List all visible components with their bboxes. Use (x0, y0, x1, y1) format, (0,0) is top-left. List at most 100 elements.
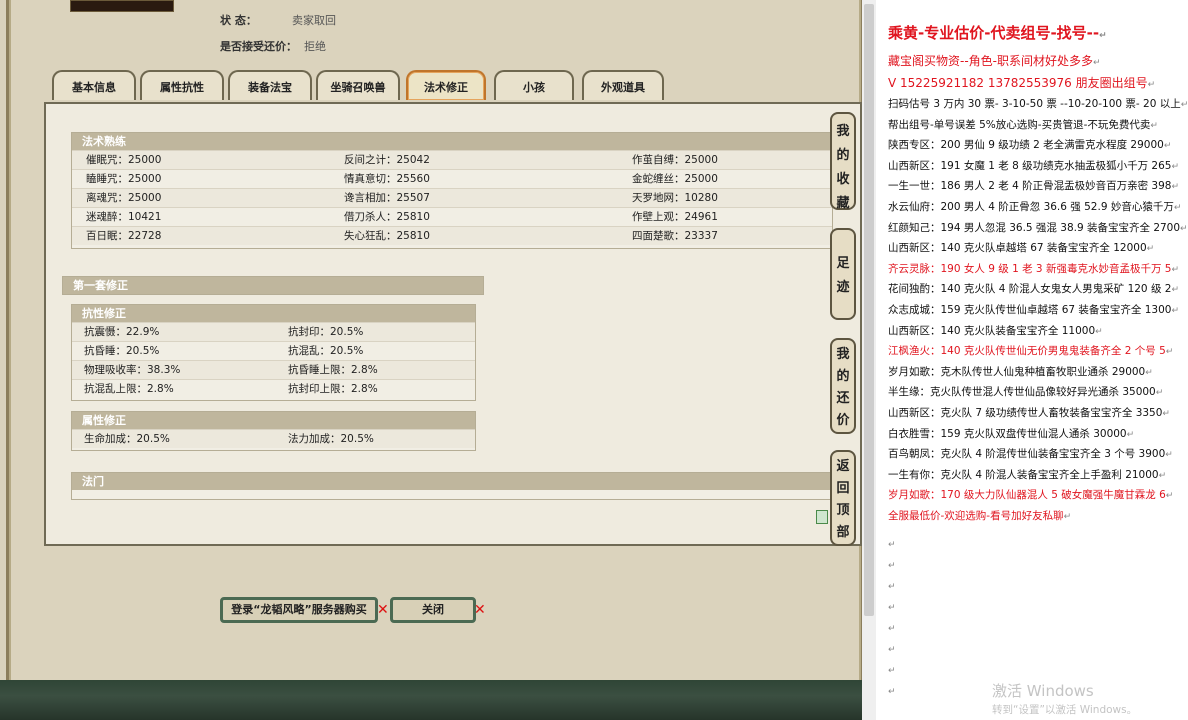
note-text: 一生一世：186 男人 2 老 4 阶正骨混盂极妙音百万亲密 398 (888, 180, 1172, 193)
note-text: 半生缘：克火队传世混人传世仙品像较好异光通杀 35000 (888, 386, 1156, 399)
tab-content-panel: 法术熟练 催眠咒：25000 反间之计：25042 作茧自缚：25000 瞌睡咒：25… (44, 102, 862, 546)
note-line: 山西新区：克火队 7 级功绩传世人畜牧装备宝宝齐全 3350↵ (888, 405, 1170, 420)
paragraph-mark-icon: ↵ (1145, 367, 1153, 378)
login-buy-button[interactable]: 登录“龙韬风略”服务器购买 (220, 597, 378, 623)
attr-title: 属性修正 (72, 412, 475, 429)
resist-cell: 抗封印：20.5% (288, 326, 364, 338)
character-portrait (70, 0, 174, 12)
note-line: 帮出组号-单号误差 5%放心选购-买贵管退-不玩免费代卖↵ (888, 117, 1158, 132)
note-text: 水云仙府：200 男人 4 阶正骨忽 36.6 强 52.9 妙音心猿千万 (888, 201, 1174, 213)
paragraph-mark-icon: ↵ (888, 540, 896, 550)
note-text: 一生有你：克火队 4 阶混人装备宝宝齐全上手盈利 21000 (888, 468, 1159, 481)
note-text: 帮出组号-单号误差 5%放心选购-买贵管退-不玩免费代卖 (888, 118, 1151, 131)
note-text: 红颜知己：194 男人忽混 36.5 强混 38.9 装备宝宝齐全 2700 (888, 221, 1181, 234)
note-line: 藏宝阁买物资--角色-职系间材好处多多↵ (888, 52, 1101, 69)
back-to-top-button[interactable]: 返回顶部 (830, 450, 856, 546)
skill-cell: 天罗地网：10280 (632, 192, 718, 204)
note-line: 全服最低价-欢迎选购-看号加好友私聊↵ (888, 508, 1071, 523)
tab-equipment[interactable]: 装备法宝 (228, 70, 312, 100)
resist-row: 物理吸收率：38.3% 抗昏睡上限：2.8% (72, 360, 475, 379)
note-line: 江枫渔火：140 克火队传世仙无价男鬼鬼装备齐全 2 个号 5↵ (888, 343, 1173, 358)
paragraph-mark-icon: ↵ (1173, 203, 1182, 213)
paragraph-mark-icon: ↵ (1180, 223, 1188, 234)
paragraph-mark-icon: ↵ (1158, 470, 1167, 481)
skill-cell: 失心狂乱：25810 (344, 230, 430, 242)
note-text: 全服最低价-欢迎选购-看号加好友私聊 (888, 510, 1064, 522)
skill-cell: 谗言相加：25507 (344, 192, 430, 204)
note-line: 百鸟朝凤：克火队 4 阶混传世仙装备宝宝齐全 3 个号 3900↵ (888, 446, 1173, 461)
skill-cell: 催眠咒：25000 (86, 154, 162, 166)
paragraph-mark-icon: ↵ (1126, 429, 1135, 440)
note-text: 白衣胜雪：159 克火队双盘传世仙混人通杀 30000 (888, 427, 1127, 440)
paragraph-mark-icon: ↵ (1165, 450, 1173, 461)
note-text: V 15225921182 13782553976 朋友圈出组号 (888, 76, 1148, 90)
paragraph-mark-icon: ↵ (888, 603, 896, 613)
skill-row: 离魂咒：25000 谗言相加：25507 天罗地网：10280 (72, 188, 832, 207)
attr-grid: 生命加成：20.5% 法力加成：20.5% (72, 429, 475, 448)
attr-panel: 属性修正 生命加成：20.5% 法力加成：20.5% (71, 411, 476, 451)
scrollbar-thumb[interactable] (864, 4, 874, 616)
paragraph-mark-icon: ↵ (888, 561, 896, 571)
note-text: 岁月如歌：克木队传世人仙鬼种植畜牧职业通杀 29000 (888, 365, 1146, 378)
note-text: 山西新区：140 克火队装备宝宝齐全 11000 (888, 324, 1096, 337)
paragraph-mark-icon: ↵ (1099, 31, 1107, 41)
skill-cell: 作茧自缚：25000 (632, 154, 718, 166)
skill-proficiency-panel: 法术熟练 催眠咒：25000 反间之计：25042 作茧自缚：25000 瞌睡咒：25… (71, 132, 833, 249)
note-line: 山西新区：140 克火队卓越塔 67 装备宝宝齐全 12000↵ (888, 240, 1154, 255)
paragraph-mark-icon: ↵ (888, 687, 896, 697)
counter-offer-value: 拒绝 (304, 40, 326, 53)
note-line: 扫码估号 3 万内 30 票- 3-10-50 票 --10-20-100 票-… (888, 96, 1188, 111)
resist-cell: 抗震慑：22.9% (84, 326, 160, 338)
resist-row: 抗昏睡：20.5% 抗混乱：20.5% (72, 341, 475, 360)
tab-appearance-items[interactable]: 外观道具 (582, 70, 664, 100)
note-text: 众志成城：159 克火队传世仙卓越塔 67 装备宝宝齐全 1300 (888, 304, 1172, 316)
note-line: 红颜知己：194 男人忽混 36.5 强混 38.9 装备宝宝齐全 2700↵ (888, 220, 1188, 235)
resist-panel: 抗性修正 抗震慑：22.9% 抗封印：20.5% 抗昏睡：20.5% 抗混乱：20.5… (71, 304, 476, 401)
paragraph-mark-icon: ↵ (1171, 306, 1180, 316)
close-button[interactable]: 关闭 (390, 597, 476, 623)
attr-cell: 生命加成：20.5% (84, 433, 170, 445)
school-title: 法门 (72, 473, 832, 490)
my-counteroffers-button[interactable]: 我的还价 (830, 338, 856, 434)
note-line: 花间独酌：140 克火队 4 阶混人女鬼女人男鬼采矿 120 级 2↵ (888, 281, 1179, 296)
paragraph-mark-icon: ↵ (1095, 326, 1103, 337)
skill-proficiency-title: 法术熟练 (72, 133, 832, 150)
paragraph-mark-icon: ↵ (1162, 409, 1170, 419)
note-line: 白衣胜雪：159 克火队双盘传世仙混人通杀 30000↵ (888, 426, 1134, 441)
paragraph-mark-icon: ↵ (1171, 161, 1180, 172)
note-text: 花间独酌：140 克火队 4 阶混人女鬼女人男鬼采矿 120 级 2 (888, 283, 1172, 296)
paragraph-mark-icon: ↵ (1146, 244, 1155, 255)
footprint-button[interactable]: 足迹 (830, 228, 856, 320)
skill-cell: 瞌睡咒：25000 (86, 173, 162, 185)
paragraph-mark-icon: ↵ (1165, 347, 1174, 358)
resist-cell: 抗封印上限：2.8% (288, 383, 378, 395)
skill-cell: 作壁上观：24961 (632, 211, 718, 223)
skill-cell: 百日眠：22728 (86, 230, 162, 242)
skill-row: 催眠咒：25000 反间之计：25042 作茧自缚：25000 (72, 150, 832, 169)
skill-cell: 迷魂醉：10421 (86, 211, 162, 223)
note-text: 岁月如歌：170 级大力队仙器混人 5 破女魔强牛魔甘霖龙 6 (888, 489, 1166, 502)
note-line: 岁月如歌：克木队传世人仙鬼种植畜牧职业通杀 29000↵ (888, 364, 1153, 379)
attr-row: 生命加成：20.5% 法力加成：20.5% (72, 429, 475, 448)
resist-cell: 物理吸收率：38.3% (84, 364, 181, 376)
resist-cell: 抗昏睡上限：2.8% (288, 364, 378, 376)
paragraph-mark-icon: ↵ (1163, 141, 1172, 152)
tab-mounts-summons[interactable]: 坐骑召唤兽 (316, 70, 400, 100)
tab-basic-info[interactable]: 基本信息 (52, 70, 136, 100)
note-line: 山西新区：191 女魔 1 老 8 级功绩克水抽盂极狐小千万 265↵ (888, 158, 1179, 173)
note-line: 乘黄-专业估价-代卖组号-找号--↵ (888, 22, 1107, 43)
calculator-icon[interactable] (816, 510, 828, 524)
tab-spell-correction[interactable]: 法术修正 (406, 70, 486, 100)
skill-grid: 催眠咒：25000 反间之计：25042 作茧自缚：25000 瞌睡咒：25000 情真… (72, 150, 832, 245)
paragraph-mark-icon: ↵ (1171, 182, 1180, 193)
tab-attribute-resist[interactable]: 属性抗性 (140, 70, 224, 100)
counter-offer-label: 是否接受还价： (220, 40, 297, 53)
my-favorites-button[interactable]: 我的收藏 (830, 112, 856, 211)
note-line: 山西新区：140 克火队装备宝宝齐全 11000↵ (888, 323, 1103, 338)
note-line: 半生缘：克火队传世混人传世仙品像较好异光通杀 35000↵ (888, 384, 1163, 399)
set1-title: 第一套修正 (63, 277, 483, 294)
attr-cell: 法力加成：20.5% (288, 433, 374, 445)
resist-row: 抗震慑：22.9% 抗封印：20.5% (72, 322, 475, 341)
paragraph-mark-icon: ↵ (888, 666, 896, 676)
tab-children[interactable]: 小孩 (494, 70, 574, 100)
